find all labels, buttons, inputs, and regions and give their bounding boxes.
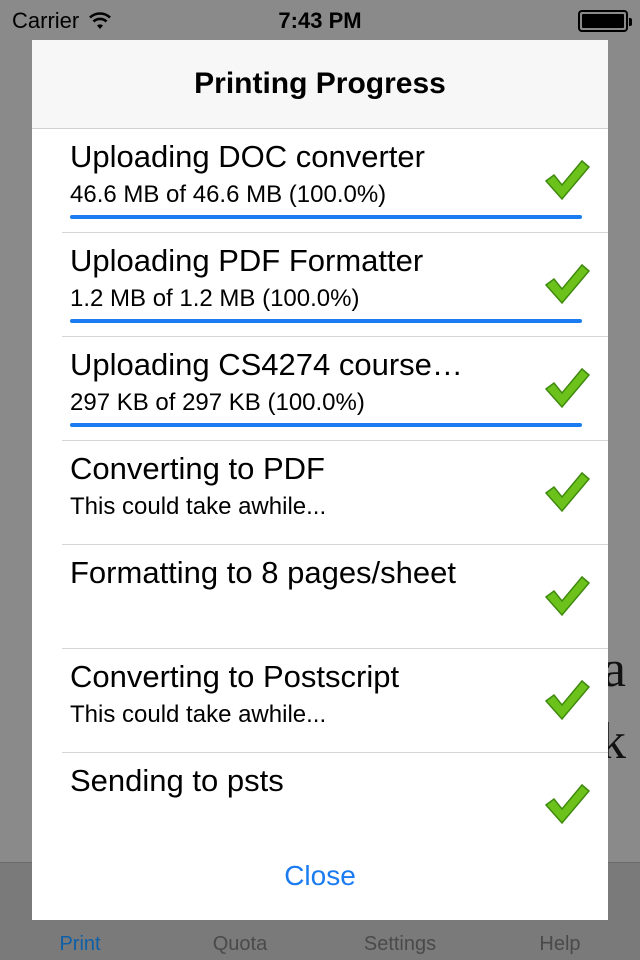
task-row: Sending to psts bbox=[62, 753, 608, 857]
tab-help[interactable]: Help bbox=[480, 933, 640, 956]
checkmark-icon bbox=[544, 159, 591, 201]
task-title: Converting to PDF bbox=[70, 451, 325, 486]
task-row: Converting to PDF This could take awhile… bbox=[62, 441, 608, 545]
tab-quota[interactable]: Quota bbox=[160, 933, 320, 956]
status-time: 7:43 PM bbox=[278, 8, 362, 33]
dialog-title: Printing Progress bbox=[194, 67, 446, 100]
task-subtitle: 1.2 MB of 1.2 MB (100.0%) bbox=[70, 285, 360, 312]
task-subtitle: 297 KB of 297 KB (100.0%) bbox=[70, 389, 365, 416]
tab-quota-label: Quota bbox=[212, 933, 268, 955]
task-title: Uploading CS4274 course… bbox=[70, 347, 463, 382]
task-title: Formatting to 8 pages/sheet bbox=[70, 555, 457, 590]
task-subtitle: This could take awhile... bbox=[70, 493, 327, 520]
task-row: Uploading PDF Formatter 1.2 MB of 1.2 MB… bbox=[62, 233, 608, 337]
printing-progress-dialog: Printing Progress Uploading DOC converte… bbox=[32, 40, 608, 920]
checkmark-icon bbox=[544, 679, 591, 721]
upload-progress-bar bbox=[70, 423, 582, 427]
tab-print[interactable]: Print bbox=[0, 933, 160, 956]
task-list: Uploading DOC converter 46.6 MB of 46.6 … bbox=[32, 129, 608, 857]
close-button[interactable]: Close bbox=[32, 860, 608, 892]
task-title: Converting to Postscript bbox=[70, 659, 400, 694]
task-row: Uploading CS4274 course… 297 KB of 297 K… bbox=[62, 337, 608, 441]
task-title: Uploading PDF Formatter bbox=[70, 243, 424, 278]
task-row: Formatting to 8 pages/sheet bbox=[62, 545, 608, 649]
dialog-header: Printing Progress bbox=[32, 40, 608, 129]
progress-fill bbox=[70, 215, 582, 219]
checkmark-icon bbox=[544, 783, 591, 825]
task-subtitle: This could take awhile... bbox=[70, 701, 327, 728]
task-row: Converting to Postscript This could take… bbox=[62, 649, 608, 753]
task-subtitle: 46.6 MB of 46.6 MB (100.0%) bbox=[70, 181, 387, 208]
task-row: Uploading DOC converter 46.6 MB of 46.6 … bbox=[62, 129, 608, 233]
checkmark-icon bbox=[544, 263, 591, 305]
tab-help-label: Help bbox=[539, 933, 581, 955]
battery-icon bbox=[578, 10, 632, 32]
tab-settings-label: Settings bbox=[363, 933, 437, 955]
task-title: Sending to psts bbox=[70, 763, 284, 798]
tab-settings[interactable]: Settings bbox=[320, 933, 480, 956]
tab-print-label: Print bbox=[59, 933, 101, 955]
checkmark-icon bbox=[544, 471, 591, 513]
progress-fill bbox=[70, 423, 582, 427]
checkmark-icon bbox=[544, 367, 591, 409]
task-title: Uploading DOC converter bbox=[70, 139, 425, 174]
battery-level bbox=[582, 14, 624, 28]
progress-fill bbox=[70, 319, 582, 323]
status-bar: Carrier 7:43 PM bbox=[0, 0, 640, 40]
upload-progress-bar bbox=[70, 319, 582, 323]
checkmark-icon bbox=[544, 575, 591, 617]
upload-progress-bar bbox=[70, 215, 582, 219]
